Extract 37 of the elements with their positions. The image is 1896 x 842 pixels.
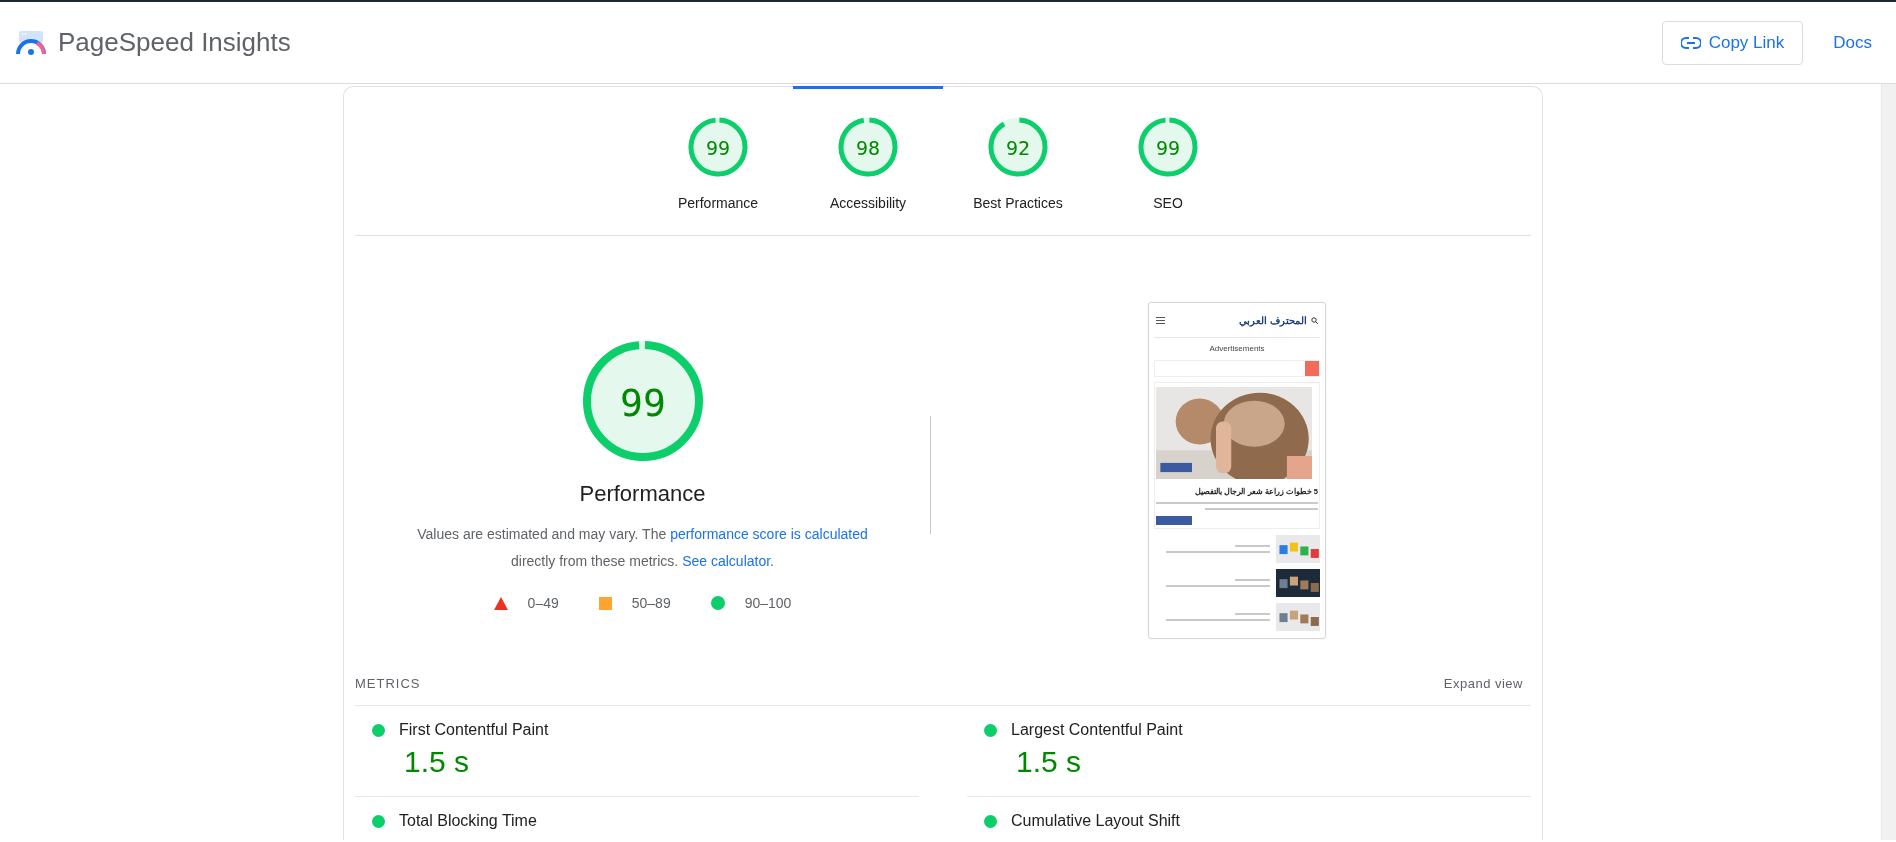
- circle-icon: [710, 596, 725, 610]
- performance-title: Performance: [579, 481, 706, 507]
- score-description: Values are estimated and may vary. The performance score is calculated directly from these metrics. See calculator.: [417, 525, 868, 571]
- score-calculation-link[interactable]: performance score is calculated: [670, 526, 868, 542]
- expand-view-link[interactable]: Expand view: [1443, 675, 1531, 691]
- scrollbar[interactable]: [1881, 84, 1896, 840]
- legend-label: 50–89: [631, 595, 671, 611]
- metric-name: First Contentful Paint: [399, 721, 549, 739]
- performance-gauge: 99: [580, 339, 705, 463]
- search-icon: [1311, 316, 1318, 324]
- logo-icon: [16, 29, 46, 56]
- read-more-bar: [1156, 516, 1192, 525]
- legend-label: 90–100: [744, 595, 792, 611]
- docs-link[interactable]: Docs: [1823, 24, 1882, 61]
- metric-name: Largest Contentful Paint: [1011, 721, 1183, 739]
- score-gauge: 99: [688, 117, 748, 177]
- site-title: المحترف العربي: [1239, 314, 1307, 326]
- app-title: PageSpeed Insights: [58, 27, 291, 58]
- triangle-icon: [493, 596, 508, 610]
- copy-link-button[interactable]: Copy Link: [1661, 20, 1804, 65]
- calculator-link[interactable]: See calculator.: [682, 553, 774, 569]
- square-icon: [598, 596, 612, 610]
- score-gauge: 92: [988, 117, 1048, 177]
- score-gauge: 98: [838, 117, 898, 177]
- metric-name: Total Blocking Time: [399, 812, 537, 830]
- category-tab[interactable]: 99 Performance: [643, 86, 793, 235]
- score-gauge: 99: [1138, 117, 1198, 177]
- legend-label: 0–49: [527, 595, 559, 611]
- link-icon: [1680, 36, 1701, 49]
- menu-icon: [1156, 316, 1165, 324]
- metric-value: 1.5 s: [404, 745, 471, 779]
- metrics-heading: METRICS: [355, 675, 421, 691]
- metric-value: 1.5 s: [1016, 745, 1083, 779]
- category-tab[interactable]: 92 Best Practices: [943, 86, 1093, 235]
- category-tab[interactable]: 99 SEO: [1093, 86, 1243, 235]
- metric-name: Cumulative Layout Shift: [1011, 812, 1180, 830]
- ad-label: Advertisements: [1208, 344, 1266, 353]
